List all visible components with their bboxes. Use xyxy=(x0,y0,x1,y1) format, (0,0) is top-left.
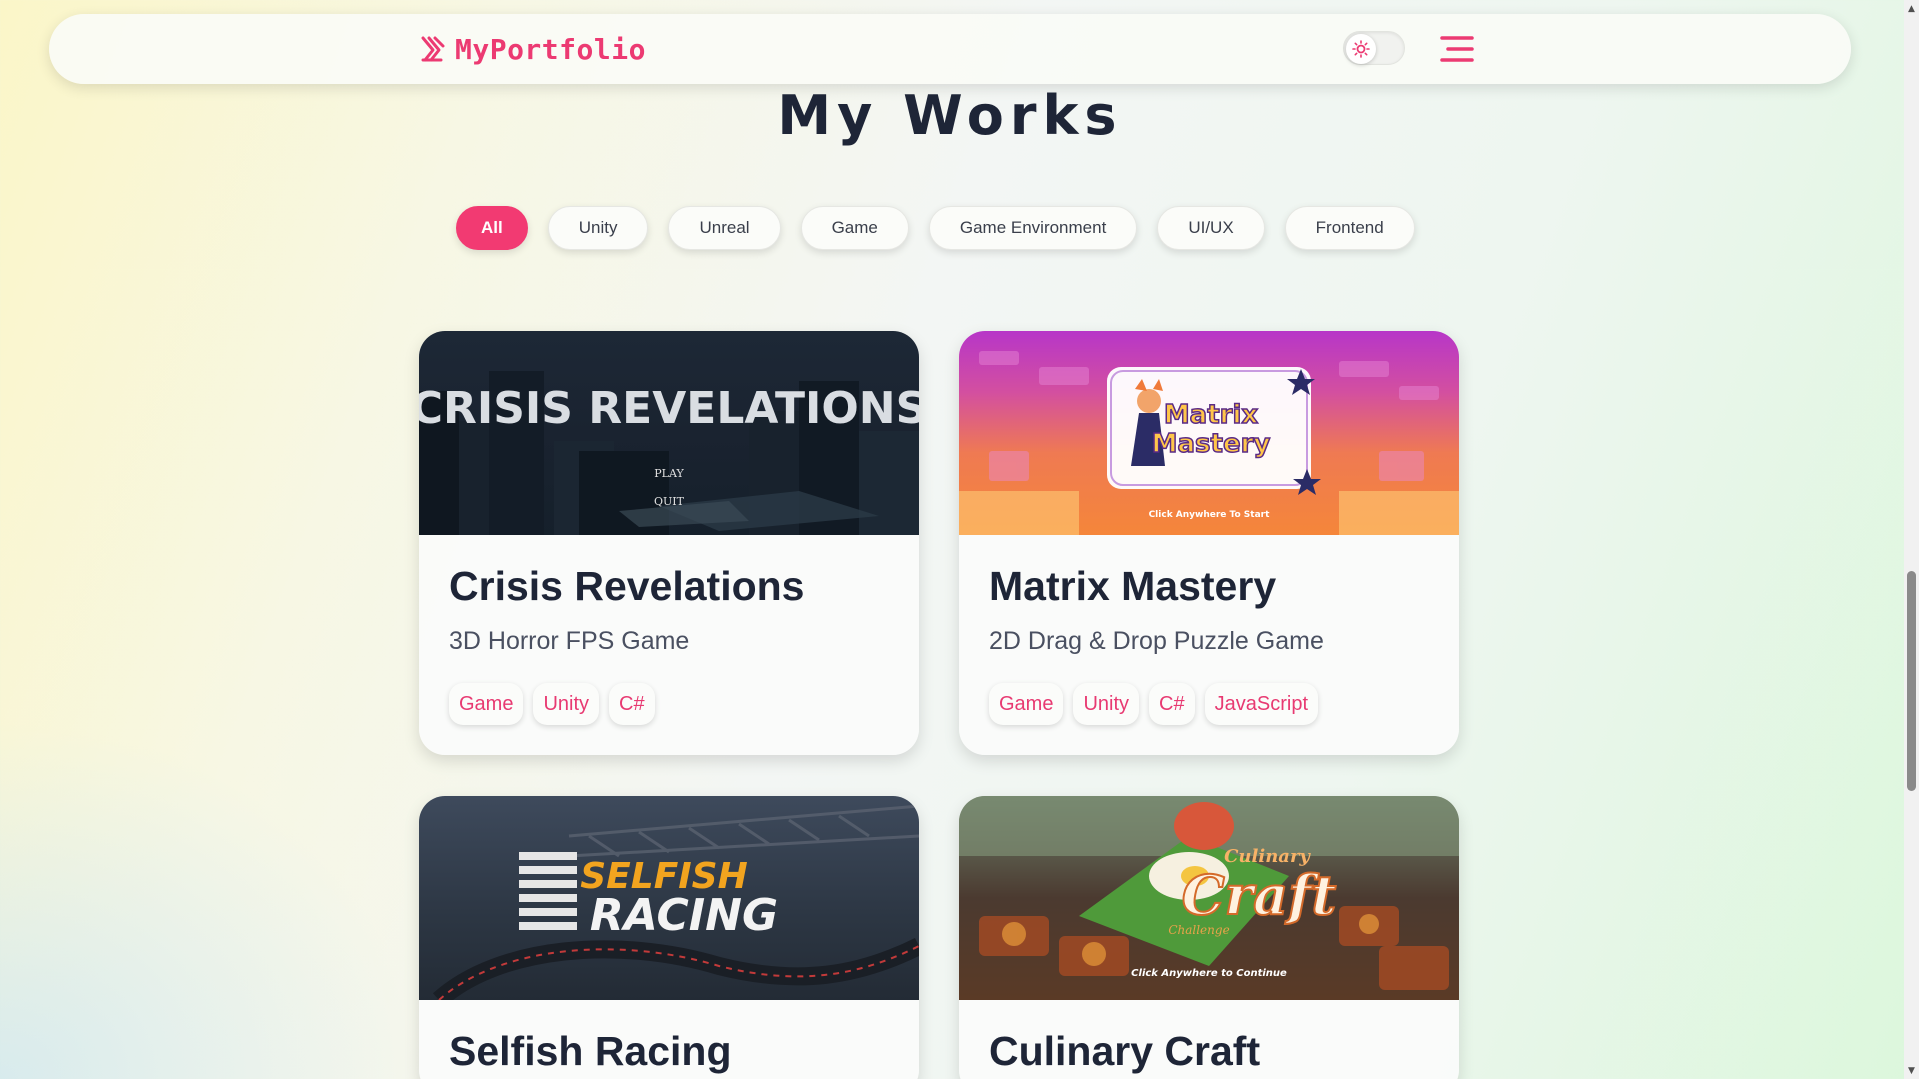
filter-frontend[interactable]: Frontend xyxy=(1284,206,1415,250)
toggle-knob xyxy=(1346,34,1376,64)
thumbnail-caption: Click Anywhere to Continue xyxy=(1131,968,1287,979)
thumbnail-line1: Matrix xyxy=(1164,400,1259,430)
thumbnail-heading: CRISIS REVELATIONS xyxy=(419,383,919,434)
tag-unity: Unity xyxy=(533,683,600,725)
scroll-down-arrow-icon[interactable]: ▼ xyxy=(1904,1062,1919,1079)
filter-bar: All Unity Unreal Game Game Environment U… xyxy=(456,206,1415,252)
filter-game[interactable]: Game xyxy=(800,206,909,250)
project-card-selfish-racing[interactable]: SELFISH RACING Selfish Racing xyxy=(419,796,919,1079)
filter-game-environment[interactable]: Game Environment xyxy=(928,206,1138,250)
project-thumbnail: Matrix Mastery Click Anywhere To Start xyxy=(959,331,1459,535)
filter-unreal[interactable]: Unreal xyxy=(668,206,781,250)
section-title: My Works xyxy=(777,84,1123,147)
tag-javascript: JavaScript xyxy=(1204,683,1318,725)
project-subtitle: 3D Horror FPS Game xyxy=(449,627,690,655)
tag-unity: Unity xyxy=(1073,683,1140,725)
tag-game: Game xyxy=(449,683,524,725)
filter-unity[interactable]: Unity xyxy=(547,206,649,250)
brand-logo-icon xyxy=(419,34,447,64)
thumbnail-line3: Challenge xyxy=(1168,923,1229,937)
project-subtitle: 2D Drag & Drop Puzzle Game xyxy=(989,627,1324,655)
hamburger-menu-icon xyxy=(1440,36,1474,62)
thumbnail-line2: Mastery xyxy=(1152,429,1271,459)
project-card-crisis-revelations[interactable]: CRISIS REVELATIONS PLAY QUIT Crisis Reve… xyxy=(419,331,919,755)
project-thumbnail: Culinary Craft Challenge Click Anywhere … xyxy=(959,796,1459,1000)
scroll-up-arrow-icon[interactable]: ▲ xyxy=(1904,0,1919,17)
thumbnail-quit: QUIT xyxy=(654,495,685,508)
project-thumbnail: SELFISH RACING xyxy=(419,796,919,1000)
brand-logo-link[interactable]: MyPortfolio xyxy=(419,32,646,66)
project-title: Selfish Racing xyxy=(449,1028,732,1074)
filter-all[interactable]: All xyxy=(456,206,528,250)
page-scrollbar[interactable]: ▲ ▼ xyxy=(1904,0,1919,1079)
background-glow xyxy=(0,719,420,1079)
project-tags: Game Unity C# JavaScript xyxy=(989,683,1318,725)
project-title: Crisis Revelations xyxy=(449,563,805,609)
thumbnail-caption: Click Anywhere To Start xyxy=(1149,510,1271,520)
theme-toggle[interactable] xyxy=(1343,31,1405,65)
project-card-culinary-craft[interactable]: Culinary Craft Challenge Click Anywhere … xyxy=(959,796,1459,1079)
scrollbar-thumb[interactable] xyxy=(1907,571,1916,791)
tag-csharp: C# xyxy=(609,683,655,725)
project-title: Culinary Craft xyxy=(989,1028,1261,1074)
filter-ui-ux[interactable]: UI/UX xyxy=(1157,206,1265,250)
thumbnail-line2: Craft xyxy=(1182,863,1337,927)
navbar: MyPortfolio xyxy=(49,14,1851,84)
project-thumbnail: CRISIS REVELATIONS PLAY QUIT xyxy=(419,331,919,535)
project-title: Matrix Mastery xyxy=(989,563,1277,609)
project-tags: Game Unity C# xyxy=(449,683,655,725)
thumbnail-play: PLAY xyxy=(654,467,684,480)
brand-name: MyPortfolio xyxy=(455,32,646,66)
tag-csharp: C# xyxy=(1149,683,1195,725)
project-card-matrix-mastery[interactable]: Matrix Mastery Click Anywhere To Start M… xyxy=(959,331,1459,755)
tag-game: Game xyxy=(989,683,1064,725)
sun-icon xyxy=(1352,40,1370,58)
hamburger-menu-button[interactable] xyxy=(1439,33,1475,65)
thumbnail-line2: RACING xyxy=(590,890,778,941)
